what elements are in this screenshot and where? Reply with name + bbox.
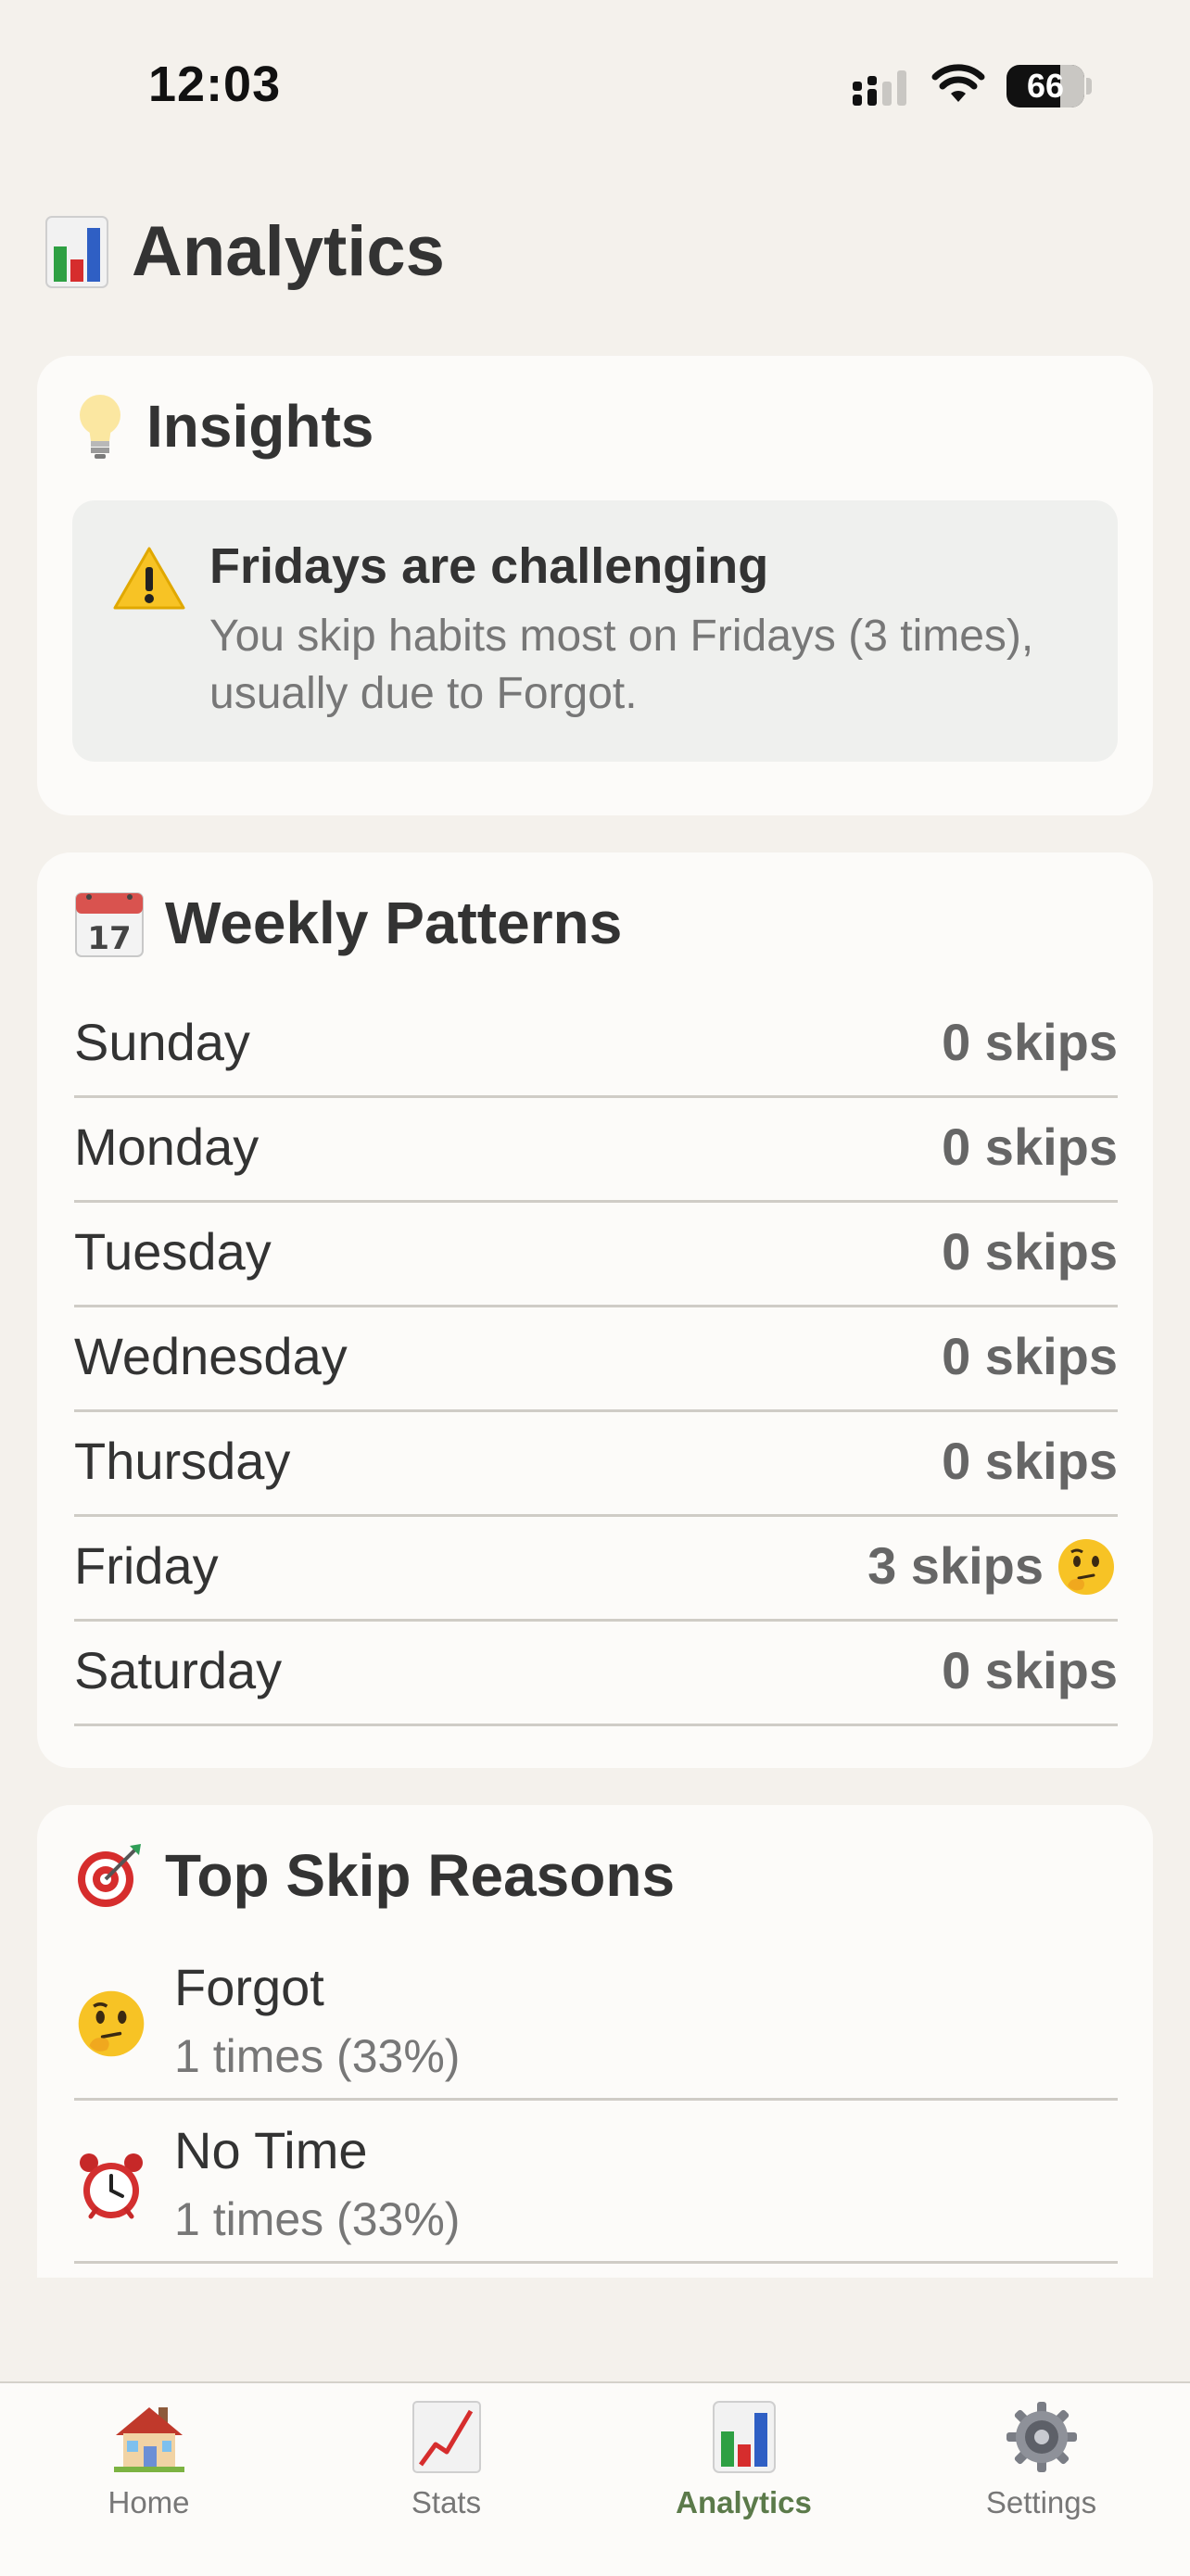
battery-level: 66 bbox=[1026, 67, 1065, 105]
tab-label: Home bbox=[108, 2485, 190, 2519]
weekday-row: Tuesday 0 skips bbox=[74, 1201, 1118, 1307]
weekday-row: Saturday 0 skips bbox=[74, 1620, 1118, 1726]
skip-count: 0 skips bbox=[942, 1222, 1118, 1281]
weekday-label: Friday bbox=[74, 1536, 219, 1595]
wifi-icon bbox=[931, 64, 985, 102]
battery-icon: 66 bbox=[1006, 65, 1084, 107]
calendar-icon: 17 bbox=[75, 892, 144, 957]
tab-stats[interactable]: Stats bbox=[298, 2383, 595, 2576]
page-title: Analytics bbox=[132, 212, 445, 291]
line-chart-icon bbox=[411, 2401, 481, 2473]
svg-text:17: 17 bbox=[87, 920, 131, 957]
top-skip-reasons-card: Top Skip Reasons Forgot 1 times (33%) No… bbox=[37, 1805, 1153, 2278]
skip-reason-count: 1 times (33%) bbox=[174, 2030, 461, 2082]
bar-chart-icon bbox=[45, 215, 108, 288]
skip-count: 3 skips bbox=[867, 1536, 1044, 1595]
skip-reason-item: Forgot 1 times (33%) bbox=[74, 1937, 1118, 2101]
skip-count: 0 skips bbox=[942, 1013, 1118, 1071]
alarm-clock-icon bbox=[80, 2153, 143, 2219]
tab-settings[interactable]: Settings bbox=[892, 2383, 1190, 2576]
top-skip-reasons-title: Top Skip Reasons bbox=[74, 1840, 675, 1911]
cellular-signal-icon bbox=[853, 70, 906, 106]
weekday-label: Saturday bbox=[74, 1641, 283, 1699]
weekday-label: Sunday bbox=[74, 1013, 250, 1071]
skip-reason-name: No Time bbox=[174, 2121, 368, 2179]
bar-chart-icon bbox=[712, 2401, 776, 2473]
tab-label: Stats bbox=[411, 2485, 482, 2519]
status-bar: 12:03 66 bbox=[0, 0, 1190, 158]
weekday-row: Friday 3 skips bbox=[74, 1515, 1118, 1622]
insights-card: Insights Fridays are challenging You ski… bbox=[37, 356, 1153, 815]
battery-tip bbox=[1086, 78, 1092, 95]
tab-label: Settings bbox=[985, 2485, 1097, 2519]
skip-count: 0 skips bbox=[942, 1641, 1118, 1699]
thinking-face-icon bbox=[78, 1990, 145, 2057]
tab-home[interactable]: Home bbox=[0, 2383, 298, 2576]
skip-reason-item: No Time 1 times (33%) bbox=[74, 2100, 1118, 2264]
page-header: Analytics bbox=[44, 211, 445, 292]
insight-item: Fridays are challenging You skip habits … bbox=[72, 500, 1118, 762]
insight-text: You skip habits most on Fridays (3 times… bbox=[209, 612, 1034, 718]
tab-label: Analytics bbox=[676, 2485, 812, 2519]
status-time: 12:03 bbox=[148, 57, 282, 112]
weekday-label: Tuesday bbox=[74, 1222, 272, 1281]
weekly-patterns-title: 17 Weekly Patterns bbox=[74, 888, 622, 958]
target-icon bbox=[78, 1844, 141, 1907]
warning-icon bbox=[113, 547, 185, 610]
tab-analytics[interactable]: Analytics bbox=[595, 2383, 892, 2576]
weekly-patterns-card: 17 Weekly Patterns Sunday 0 skips Monday… bbox=[37, 852, 1153, 1768]
weekly-patterns-label: Weekly Patterns bbox=[165, 890, 623, 956]
weekday-label: Monday bbox=[74, 1118, 260, 1176]
insights-title: Insights bbox=[74, 391, 373, 461]
tab-bar: Home Stats Analytics Settings bbox=[0, 2381, 1190, 2576]
skip-reason-count: 1 times (33%) bbox=[174, 2193, 461, 2245]
weekday-label: Wednesday bbox=[74, 1327, 348, 1385]
weekday-row: Monday 0 skips bbox=[74, 1096, 1118, 1203]
skip-count: 0 skips bbox=[942, 1432, 1118, 1490]
skip-reason-name: Forgot bbox=[174, 1958, 324, 2016]
gear-icon bbox=[1006, 2402, 1077, 2472]
weekday-label: Thursday bbox=[74, 1432, 291, 1490]
top-skip-reasons-label: Top Skip Reasons bbox=[165, 1842, 676, 1909]
weekday-row: Thursday 0 skips bbox=[74, 1410, 1118, 1517]
skip-count: 0 skips bbox=[942, 1118, 1118, 1176]
skip-count: 0 skips bbox=[942, 1327, 1118, 1385]
thinking-face-icon bbox=[1058, 1539, 1114, 1595]
insight-title: Fridays are challenging bbox=[209, 538, 769, 594]
light-bulb-icon bbox=[80, 395, 120, 459]
weekday-row: Sunday 0 skips bbox=[74, 991, 1118, 1098]
weekday-row: Wednesday 0 skips bbox=[74, 1306, 1118, 1412]
insights-title-label: Insights bbox=[146, 393, 374, 460]
house-icon bbox=[113, 2407, 184, 2472]
